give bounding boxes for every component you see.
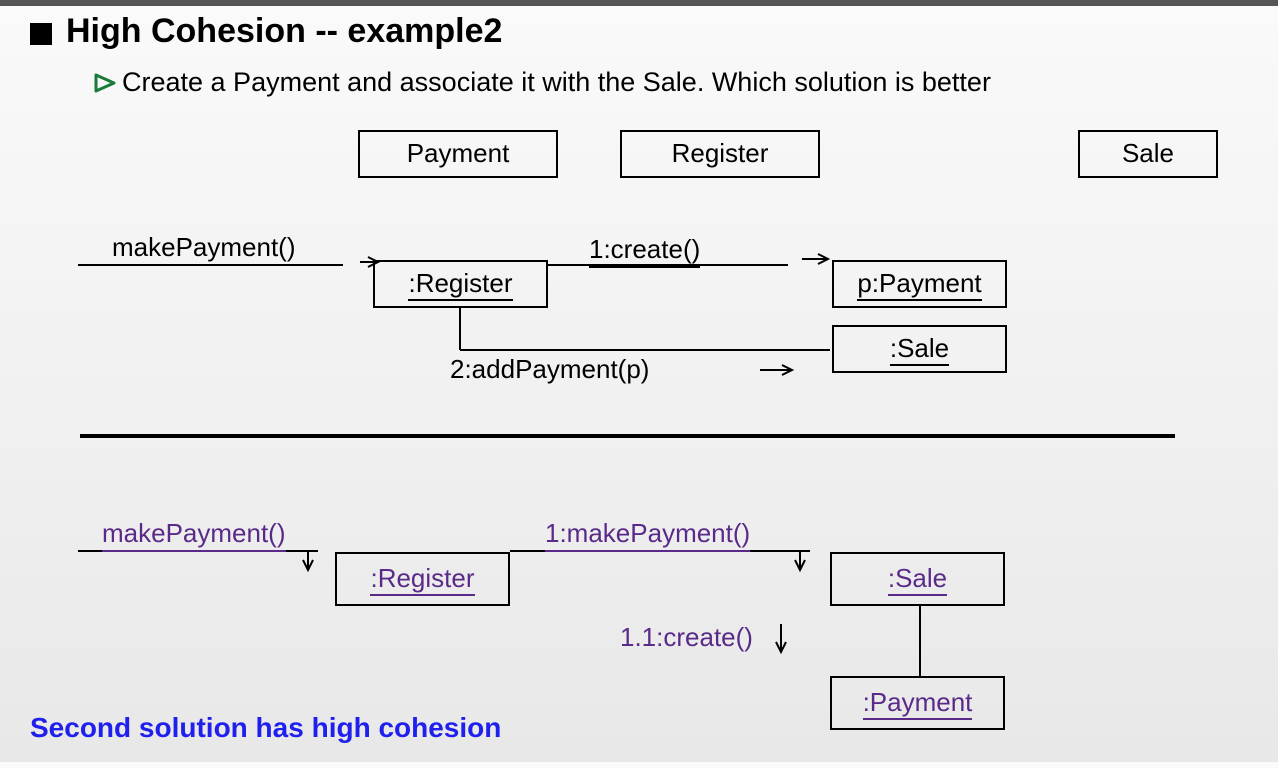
solution2-incoming-label: makePayment() [102,518,286,552]
solution1-msg2-arrow [460,308,840,358]
square-bullet-icon [30,23,52,45]
solution1-payment-object: p:Payment [832,260,1007,308]
solution1-incoming-label: makePayment() [112,232,296,266]
class-box-register: Register [620,130,820,178]
class-box-payment: Payment [358,130,558,178]
window-top-bar [0,0,1278,6]
solution1-register-object: :Register [373,260,548,308]
slide-content: High Cohesion -- example2 Create a Payme… [0,12,1278,768]
solution1-sale-object: :Sale [832,325,1007,373]
footer-note: Second solution has high cohesion [30,712,501,744]
solution2-msg1-label: 1:makePayment() [545,518,750,552]
class-label: Sale [1122,138,1174,171]
solution2-payment-object: :Payment [830,676,1005,730]
class-box-sale: Sale [1078,130,1218,178]
object-label: :Register [370,563,474,596]
object-label: p:Payment [857,268,981,301]
object-label: :Payment [863,687,973,720]
object-label: :Register [408,268,512,301]
title-row: High Cohesion -- example2 [30,12,1278,51]
solution2-msg2-arrow [905,606,935,686]
solution2-msg2-side-arrow [766,624,796,660]
slide-title: High Cohesion -- example2 [66,12,502,51]
solution1-msg2-label: 2:addPayment(p) [450,354,649,385]
class-label: Payment [407,138,510,171]
solution2-incoming-arrow [78,548,338,578]
slide-subtitle: Create a Payment and associate it with t… [122,67,991,98]
arrowhead-bullet-icon [94,73,116,93]
solution1-incoming-arrow [78,262,370,292]
object-label: :Sale [890,333,949,366]
subtitle-row: Create a Payment and associate it with t… [94,67,1278,98]
class-label: Register [672,138,769,171]
object-label: :Sale [888,563,947,596]
solution2-sale-object: :Sale [830,552,1005,606]
solution2-msg1-arrow [510,548,830,578]
solution-divider [80,434,1175,438]
solution2-register-object: :Register [335,552,510,606]
solution2-msg2-label: 1.1:create() [620,622,753,653]
solution1-msg1-label: 1:create() [589,234,700,268]
